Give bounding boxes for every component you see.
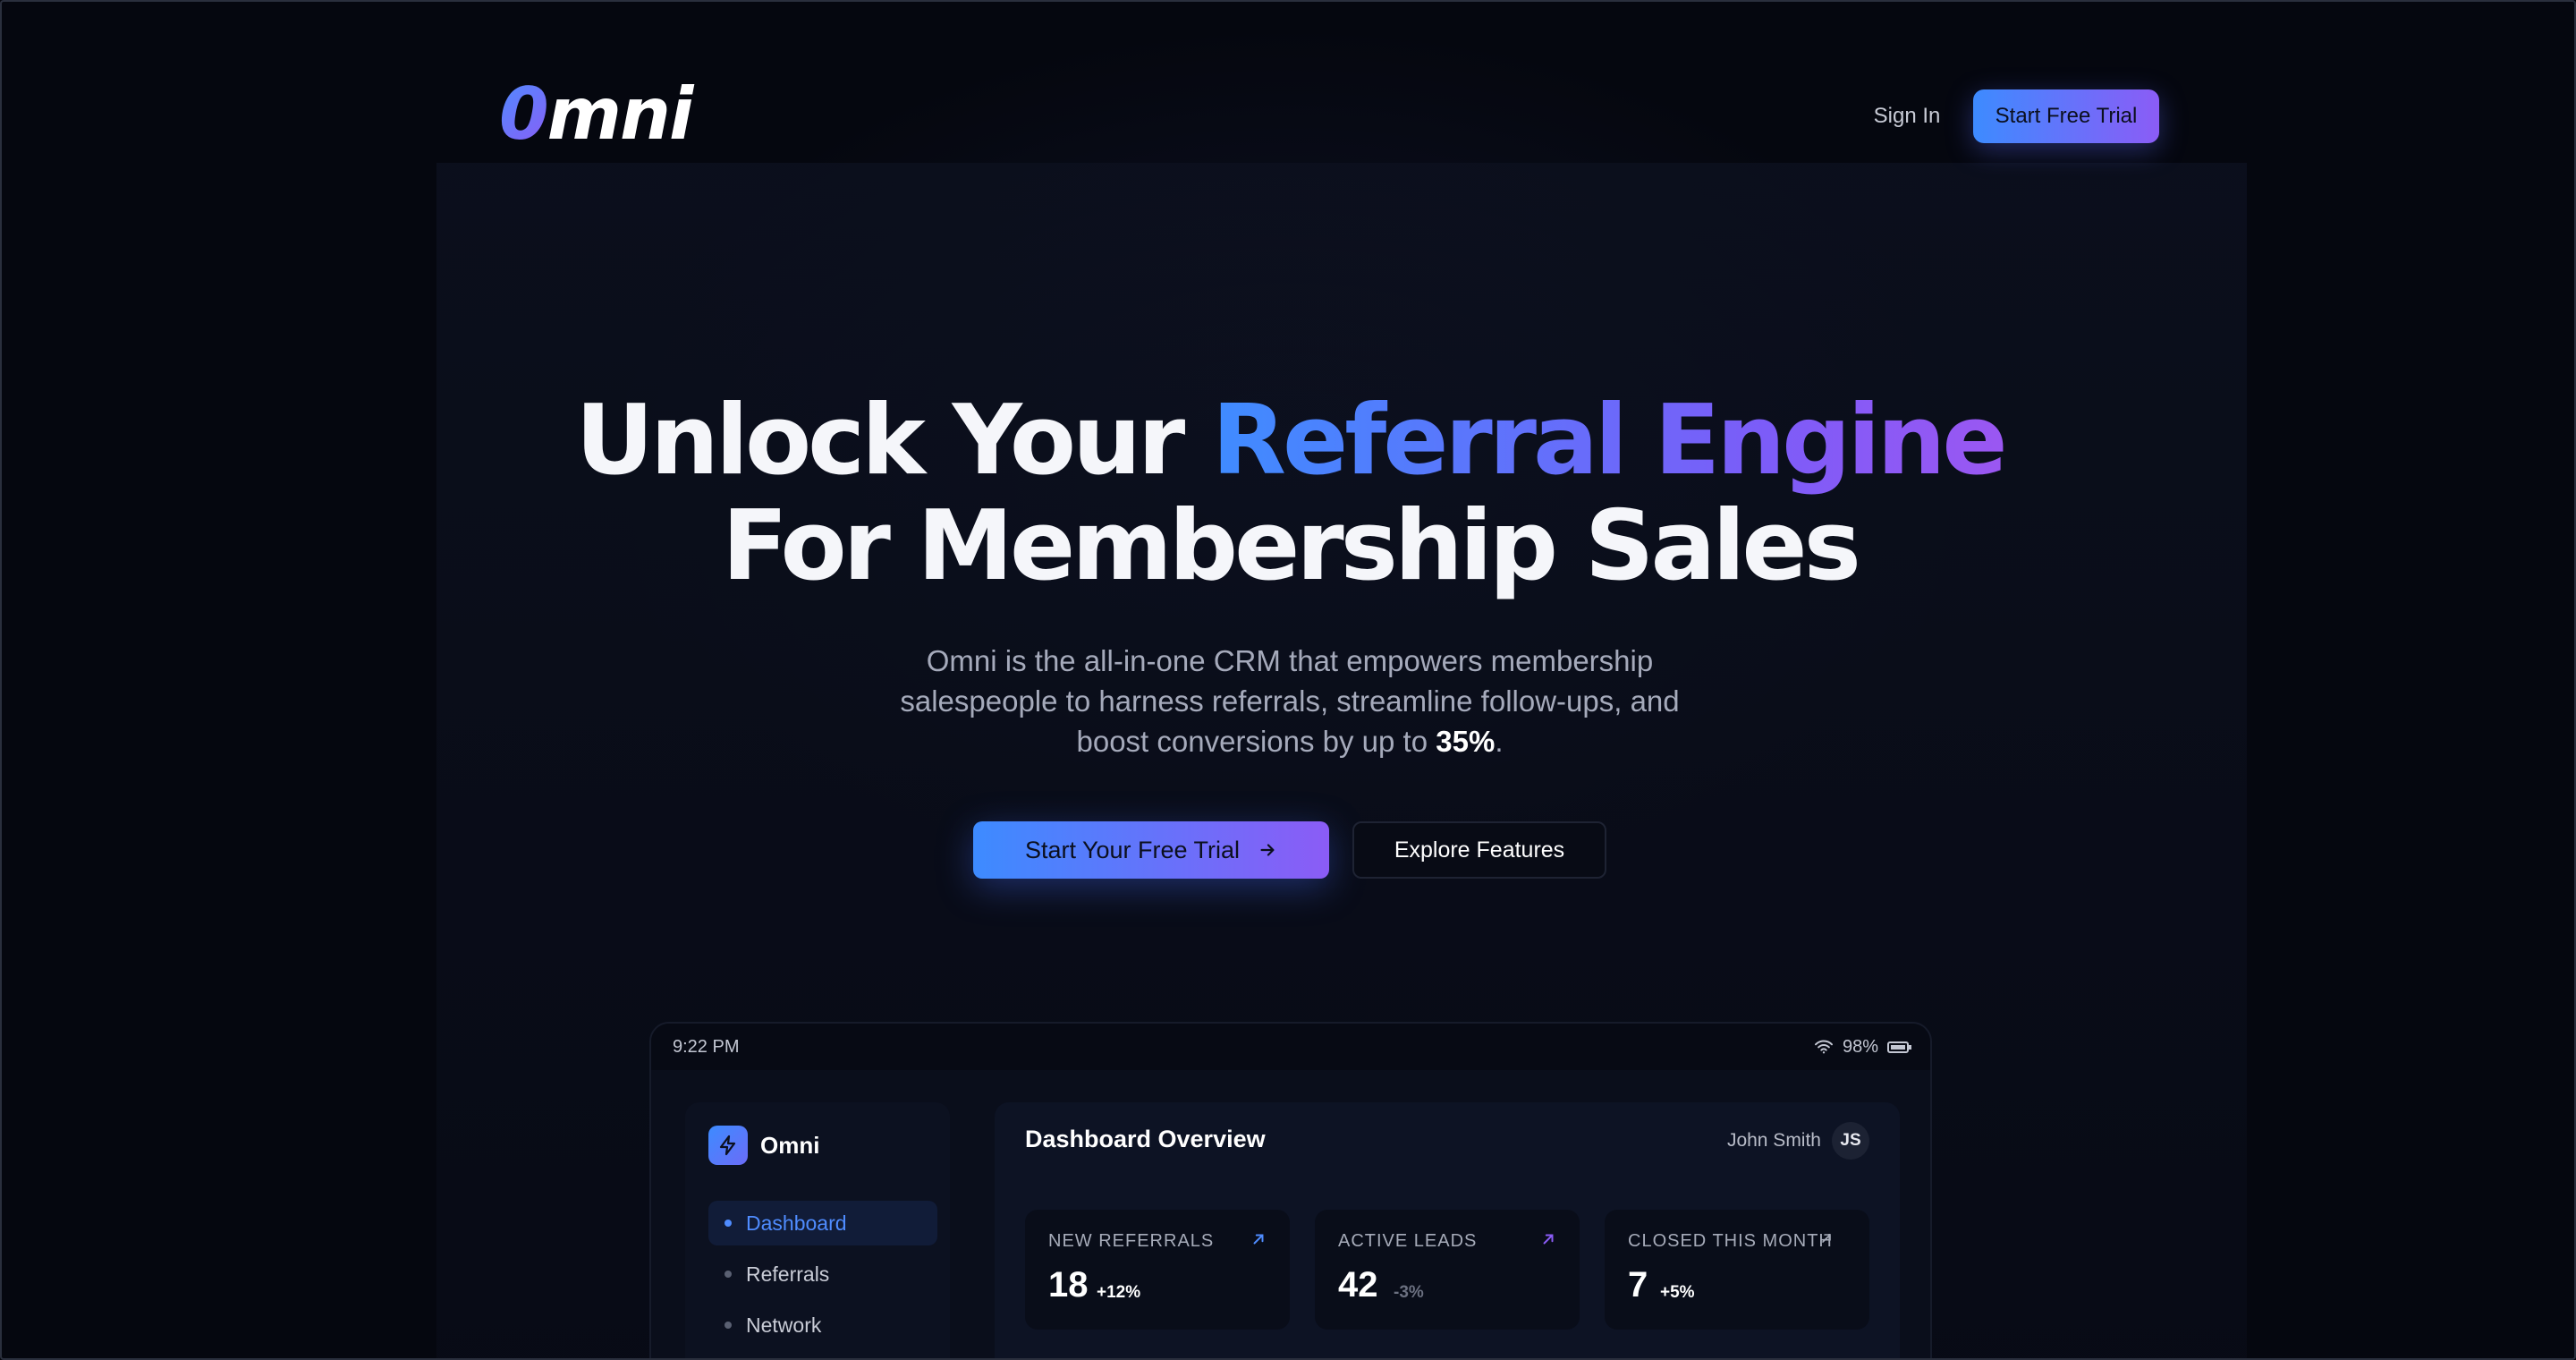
sidebar-item-dashboard[interactable]: Dashboard <box>708 1201 937 1245</box>
stat-change: -3% <box>1394 1283 1424 1302</box>
sidebar-brand-name: Omni <box>760 1131 820 1159</box>
start-your-free-trial-button[interactable]: Start Your Free Trial <box>973 821 1329 879</box>
status-right: 98% <box>1814 1036 1911 1058</box>
sidebar-brand[interactable]: Omni <box>708 1126 819 1165</box>
subtext-body: Omni is the all-in-one CRM that empowers… <box>900 644 1680 758</box>
logo-text: mni <box>547 72 694 156</box>
stat-label: ACTIVE LEADS <box>1338 1231 1478 1251</box>
sidebar-item-label: Referrals <box>746 1262 830 1286</box>
logo-mark: 0 <box>499 72 549 156</box>
dashboard-preview-device: 9:22 PM 98% Omni Dashboard Referrals Net… <box>649 1022 1932 1358</box>
battery-fill <box>1891 1044 1905 1050</box>
arrow-right-icon <box>1260 844 1275 856</box>
hero-subtext: Omni is the all-in-one CRM that empowers… <box>887 641 1692 761</box>
stat-value: 18 <box>1048 1265 1089 1305</box>
start-free-trial-button[interactable]: Start Free Trial <box>1973 89 2159 143</box>
arrow-up-right-icon <box>1822 1234 1831 1243</box>
battery-percent: 98% <box>1842 1036 1878 1057</box>
lightning-icon <box>708 1126 748 1165</box>
dashboard-main-panel: Dashboard Overview John Smith JS NEW REF… <box>995 1102 1900 1358</box>
status-time: 9:22 PM <box>673 1036 740 1057</box>
bullet-icon <box>724 1322 732 1329</box>
stat-change: +5% <box>1660 1283 1695 1302</box>
sidebar-item-label: Network <box>746 1313 822 1337</box>
stat-card-active-leads[interactable]: ACTIVE LEADS 42 -3% <box>1315 1210 1580 1330</box>
explore-features-button[interactable]: Explore Features <box>1352 821 1606 879</box>
page-frame: 0 mni Sign In Start Free Trial Unlock You… <box>0 0 2576 1360</box>
arrow-up-right-icon <box>1253 1234 1264 1245</box>
subtext-end: . <box>1495 725 1504 758</box>
sidebar-item-network[interactable]: Network <box>708 1303 937 1347</box>
bullet-icon <box>724 1271 732 1278</box>
sidebar-item-referrals[interactable]: Referrals <box>708 1252 937 1296</box>
stat-card-new-referrals[interactable]: NEW REFERRALS 18 +12% <box>1025 1210 1290 1330</box>
stat-change: +12% <box>1097 1283 1141 1302</box>
stat-value: 42 <box>1338 1265 1378 1305</box>
dashboard-sidebar: Omni Dashboard Referrals Network <box>685 1102 950 1358</box>
bullet-icon <box>724 1220 732 1227</box>
arrow-up-right-icon <box>1543 1234 1554 1245</box>
sidebar-item-label: Dashboard <box>746 1211 847 1235</box>
wifi-icon <box>1814 1040 1833 1054</box>
cta-primary-label: Start Your Free Trial <box>1024 836 1241 863</box>
omni-logo[interactable]: 0 mni <box>499 72 694 156</box>
dashboard-title: Dashboard Overview <box>1025 1126 1266 1152</box>
stat-value: 7 <box>1628 1265 1648 1305</box>
user-name: John Smith <box>1726 1130 1821 1151</box>
subtext-highlight: 35% <box>1436 725 1496 758</box>
headline-part1: Unlock Your <box>575 385 1212 497</box>
avatar: JS <box>1832 1122 1869 1160</box>
stat-label: CLOSED THIS MONTH <box>1628 1231 1833 1251</box>
user-menu[interactable]: John Smith JS <box>1727 1122 1869 1160</box>
device-status-bar: 9:22 PM 98% <box>651 1024 1930 1070</box>
sign-in-link[interactable]: Sign In <box>1857 98 1957 134</box>
stat-label: NEW REFERRALS <box>1048 1231 1215 1251</box>
battery-icon <box>1887 1041 1911 1053</box>
headline-line2: For Membership Sales <box>722 490 1861 602</box>
hero-headline: Unlock Your Referral Engine For Membersh… <box>2 385 2574 602</box>
headline-highlight: Referral Engine <box>1211 385 2008 497</box>
stat-card-closed-this-month[interactable]: CLOSED THIS MONTH 7 +5% <box>1605 1210 1869 1330</box>
